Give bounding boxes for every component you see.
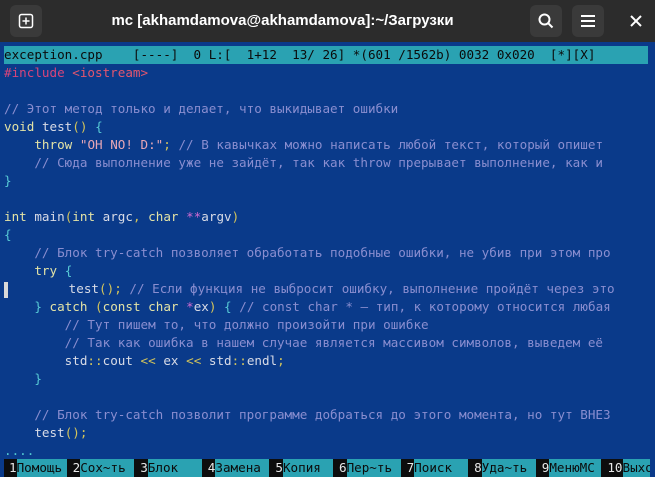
function-key-label: Помощь [16, 459, 67, 477]
code-line[interactable]: .... [4, 442, 650, 460]
function-key-number: 6 [332, 459, 347, 477]
function-key-f1[interactable]: 1 Помощь [4, 459, 67, 477]
function-key-label: Копия [282, 459, 333, 477]
function-key-f4[interactable]: 4 Замена [201, 459, 270, 477]
function-key-number: 7 [400, 459, 415, 477]
function-key-label: Сох~ть [80, 459, 135, 477]
code-line[interactable]: void test() { [4, 118, 650, 136]
code-line[interactable] [4, 190, 650, 208]
function-key-f3[interactable]: 3 Блок [134, 459, 202, 477]
code-line[interactable]: // Блок try-catch позволяет обработать п… [4, 244, 650, 262]
function-key-label: Выход [622, 459, 650, 477]
function-key-f8[interactable]: 8 Уда~ть [468, 459, 536, 477]
function-key-number: 9 [535, 459, 550, 477]
new-tab-button[interactable] [10, 5, 42, 37]
window-title: mc [akhamdamova@akhamdamova]:~/Загрузки [111, 12, 454, 29]
function-key-number: 4 [201, 459, 216, 477]
function-key-number: 1 [4, 459, 17, 477]
code-line[interactable] [4, 388, 650, 406]
code-line[interactable]: throw "OH NO! D:"; // В кавычках можно н… [4, 136, 650, 154]
function-key-label: Уда~ть [481, 459, 536, 477]
function-key-bar: 1 Помощь 2 Сох~ть 3 Блок 4 Замена 5 Копия 6 Пер~ть 7… [4, 459, 650, 477]
code-line[interactable]: // Так как ошибка в нашем случае являетс… [4, 334, 650, 352]
code-line[interactable]: int main(int argc, char **argv) [4, 208, 650, 226]
code-line[interactable]: } [4, 370, 650, 388]
function-key-number: 5 [269, 459, 283, 477]
code-line[interactable]: test(); // Если функция не выбросит ошиб… [4, 280, 650, 298]
function-key-f6[interactable]: 6 Пер~ть [332, 459, 401, 477]
function-key-number: 8 [468, 459, 482, 477]
function-key-f9[interactable]: 9 МенюМС [535, 459, 602, 477]
function-key-number: 2 [66, 459, 81, 477]
function-key-label: Пер~ть [346, 459, 401, 477]
menu-button[interactable] [572, 5, 604, 37]
code-line[interactable]: #include <iostream> [4, 64, 650, 82]
code-line[interactable]: { [4, 226, 650, 244]
function-key-label: Поиск [414, 459, 469, 477]
code-line[interactable]: std::cout << ex << std::endl; [4, 352, 650, 370]
terminal-area[interactable]: exception.cpp [----] 0 L:[ 1+12 13/ 26] … [0, 42, 655, 477]
function-key-number: 10 [601, 459, 623, 477]
close-button[interactable] [620, 5, 652, 37]
function-key-f7[interactable]: 7 Поиск [400, 459, 469, 477]
hamburger-menu-icon [581, 15, 595, 27]
code-line[interactable]: try { [4, 262, 650, 280]
search-button[interactable] [530, 5, 562, 37]
code-line[interactable]: // Тут пишем то, что должно произойти пр… [4, 316, 650, 334]
function-key-f2[interactable]: 2 Сох~ть [66, 459, 135, 477]
editor-status-line: exception.cpp [----] 0 L:[ 1+12 13/ 26] … [4, 46, 648, 64]
function-key-label: МенюМС [549, 459, 602, 477]
code-line[interactable]: } catch (const char *ex) { // const char… [4, 298, 650, 316]
window-titlebar: mc [akhamdamova@akhamdamova]:~/Загрузки [0, 0, 655, 42]
function-key-label: Замена [215, 459, 270, 477]
code-line[interactable] [4, 82, 650, 100]
function-key-number: 3 [134, 459, 148, 477]
function-key-f5[interactable]: 5 Копия [269, 459, 333, 477]
text-cursor [4, 281, 8, 298]
close-icon [630, 15, 642, 27]
new-tab-icon [18, 13, 34, 29]
search-icon [538, 13, 554, 29]
function-key-f10[interactable]: 10Выход [601, 459, 650, 477]
code-line[interactable]: // Этот метод только и делает, что выкид… [4, 100, 650, 118]
code-line[interactable]: test(); [4, 424, 650, 442]
code-editor[interactable]: #include <iostream> // Этот метод только … [4, 64, 650, 460]
function-key-label: Блок [147, 459, 202, 477]
code-line[interactable]: // Блок try-catch позволит программе доб… [4, 406, 650, 424]
code-line[interactable]: // Сюда выполнение уже не зайдёт, так ка… [4, 154, 650, 172]
code-line[interactable]: } [4, 172, 650, 190]
